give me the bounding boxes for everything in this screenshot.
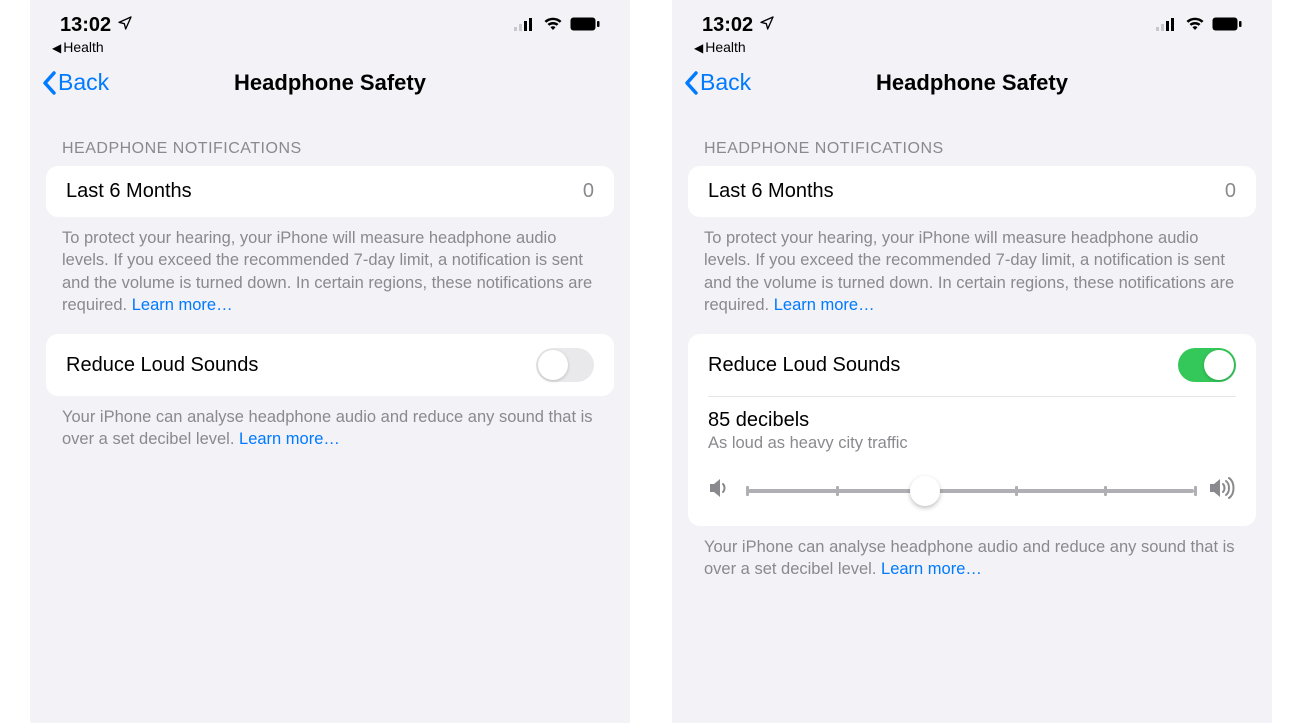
reduce-loud-footer: Your iPhone can analyse headphone audio … [30,396,630,451]
slider-thumb[interactable] [910,476,940,506]
section-header-notifications: HEADPHONE NOTIFICATIONS [30,110,630,166]
cellular-signal-icon [1156,14,1178,37]
row-value: 0 [583,180,594,203]
notifications-footer: To protect your hearing, your iPhone wil… [30,217,630,316]
reduce-loud-sounds-toggle[interactable] [1178,348,1236,382]
reduce-loud-sounds-group: Reduce Loud Sounds [46,334,614,396]
last-6-months-row[interactable]: Last 6 Months 0 [46,166,614,217]
section-header-notifications: HEADPHONE NOTIFICATIONS [672,110,1272,166]
wifi-icon [1185,14,1205,37]
phone-right: 13:02 ◀︎Health Back Headphone Safe [672,0,1272,723]
back-label: Back [58,69,109,96]
speaker-high-icon [1208,477,1236,504]
breadcrumb-caret-icon: ◀︎ [694,41,703,55]
row-label: Last 6 Months [708,180,834,203]
chevron-left-icon [684,71,698,95]
page-title: Headphone Safety [672,70,1272,96]
battery-icon [570,14,600,37]
reduce-loud-sounds-group: Reduce Loud Sounds 85 decibels As loud a… [688,334,1256,526]
row-value: 0 [1225,180,1236,203]
notifications-footer: To protect your hearing, your iPhone wil… [672,217,1272,316]
back-button[interactable]: Back [684,69,751,96]
breadcrumb-caret-icon: ◀︎ [52,41,61,55]
learn-more-link[interactable]: Learn more… [239,430,340,448]
notifications-group: Last 6 Months 0 [688,166,1256,217]
status-time: 13:02 [702,14,753,37]
chevron-left-icon [42,71,56,95]
learn-more-link[interactable]: Learn more… [774,296,875,314]
breadcrumb[interactable]: ◀︎Health [672,39,1272,61]
status-time: 13:02 [60,14,111,37]
learn-more-link[interactable]: Learn more… [132,296,233,314]
battery-icon [1212,14,1242,37]
toggle-knob [538,350,568,380]
breadcrumb-label: Health [705,39,745,55]
row-label: Reduce Loud Sounds [66,354,258,377]
row-label: Reduce Loud Sounds [708,354,900,377]
row-label: Last 6 Months [66,180,192,203]
decibel-slider[interactable] [746,489,1194,493]
cellular-signal-icon [514,14,536,37]
wifi-icon [543,14,563,37]
location-arrow-icon [117,14,133,37]
decibel-slider-row [708,477,1236,504]
decibel-value: 85 decibels [708,409,1236,432]
decibel-description: As loud as heavy city traffic [708,434,1236,453]
nav-header: Back Headphone Safety [672,61,1272,110]
reduce-loud-footer: Your iPhone can analyse headphone audio … [672,526,1272,581]
reduce-loud-sounds-row: Reduce Loud Sounds [688,334,1256,396]
toggle-knob [1204,350,1234,380]
last-6-months-row[interactable]: Last 6 Months 0 [688,166,1256,217]
status-bar: 13:02 [672,0,1272,39]
breadcrumb-label: Health [63,39,103,55]
learn-more-link[interactable]: Learn more… [881,560,982,578]
back-label: Back [700,69,751,96]
status-bar: 13:02 [30,0,630,39]
nav-header: Back Headphone Safety [30,61,630,110]
breadcrumb[interactable]: ◀︎Health [30,39,630,61]
back-button[interactable]: Back [42,69,109,96]
location-arrow-icon [759,14,775,37]
speaker-low-icon [708,477,732,504]
notifications-group: Last 6 Months 0 [46,166,614,217]
phone-left: 13:02 ◀︎Health Back Headphone Safe [30,0,630,723]
reduce-loud-sounds-row: Reduce Loud Sounds [46,334,614,396]
page-title: Headphone Safety [30,70,630,96]
decibel-block: 85 decibels As loud as heavy city traffi… [688,397,1256,526]
reduce-loud-sounds-toggle[interactable] [536,348,594,382]
